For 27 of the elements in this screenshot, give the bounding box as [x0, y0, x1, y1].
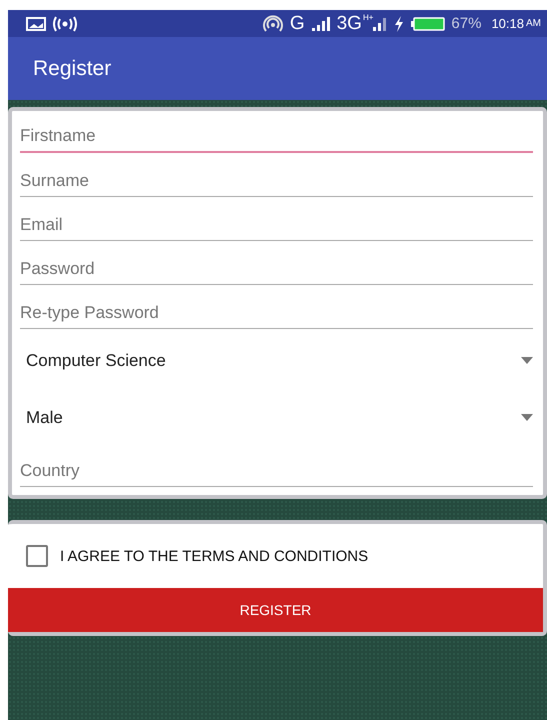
input-field[interactable]: Password — [20, 241, 533, 285]
checkbox[interactable] — [26, 545, 48, 567]
dropdown[interactable]: Male — [20, 386, 533, 443]
input-field[interactable]: Re-type Password — [20, 285, 533, 329]
caret-icon — [521, 414, 533, 421]
signal-icon — [310, 16, 331, 32]
hotspot-icon — [262, 14, 284, 32]
charging-icon — [393, 16, 406, 32]
input-field[interactable]: Firstname — [20, 117, 533, 153]
clock-suffix: AM — [526, 18, 541, 29]
network-type: G — [290, 12, 305, 34]
input-field[interactable]: Email — [20, 197, 533, 241]
signal-icon — [373, 16, 388, 32]
network-type: 3G — [336, 12, 362, 34]
image-icon — [26, 16, 46, 32]
battery-icon — [411, 16, 446, 30]
clock-time: 10:18 — [491, 16, 524, 31]
input-field[interactable]: Country — [20, 443, 533, 487]
register-button[interactable]: REGISTER — [8, 588, 543, 632]
caret-icon — [521, 357, 533, 364]
input-field[interactable]: Surname — [20, 153, 533, 197]
battery-percent: 67% — [451, 15, 482, 32]
network-superscript: H+ — [362, 13, 374, 22]
screen-title: Register — [33, 56, 112, 80]
terms-label: I AGREE TO THE TERMS AND CONDITIONS — [60, 548, 368, 564]
broadcast-icon — [52, 16, 78, 32]
dropdown[interactable]: Computer Science — [20, 329, 533, 386]
